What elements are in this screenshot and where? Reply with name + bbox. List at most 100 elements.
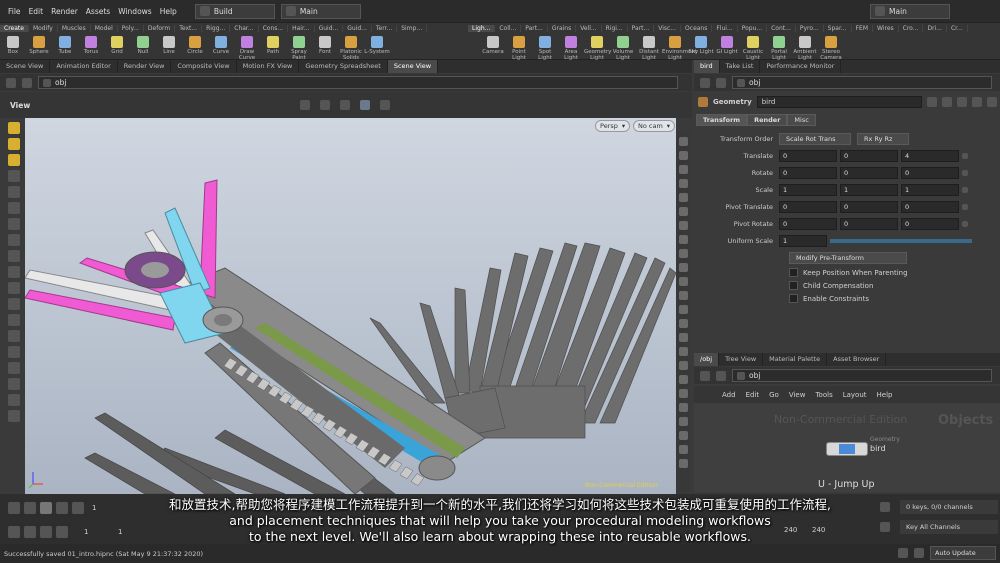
- swap-icon[interactable]: [340, 100, 350, 110]
- display-option-icon[interactable]: [678, 319, 688, 328]
- checkbox-keep-position-when-parenting[interactable]: [789, 268, 798, 277]
- brush-icon[interactable]: [8, 218, 20, 230]
- right-context-dropdown[interactable]: Main: [870, 3, 950, 19]
- shelf-tab-guid[interactable]: Guid...: [343, 25, 372, 32]
- camera-icon[interactable]: [8, 250, 20, 262]
- display-option-icon[interactable]: [678, 347, 688, 356]
- tab-bird[interactable]: bird: [694, 60, 720, 73]
- network-menu-edit[interactable]: Edit: [742, 391, 764, 399]
- menu-assets[interactable]: Assets: [82, 7, 114, 16]
- shelf-tab-cr[interactable]: Cr...: [947, 25, 968, 32]
- menu-file[interactable]: File: [4, 7, 25, 16]
- param-field-pivot-translate-1[interactable]: 0: [840, 200, 898, 213]
- display-option-icon[interactable]: [678, 389, 688, 398]
- desktop-dropdown[interactable]: Build: [194, 3, 275, 19]
- view-icon[interactable]: [8, 138, 20, 150]
- param-channel-icon[interactable]: [962, 186, 968, 193]
- snap-icon[interactable]: [8, 282, 20, 294]
- tab-scene-view[interactable]: Scene View: [0, 60, 51, 73]
- param-field-pivot-rotate-1[interactable]: 0: [840, 217, 898, 230]
- network-path-field[interactable]: obj: [732, 369, 992, 382]
- param-field-scale-2[interactable]: 1: [901, 183, 959, 196]
- tool-caustic-light[interactable]: Caustic Light: [740, 34, 766, 61]
- grid-snap-icon[interactable]: [360, 100, 370, 110]
- tab-geometry-spreadsheet[interactable]: Geometry Spreadsheet: [299, 60, 388, 73]
- display-option-icon[interactable]: [678, 459, 688, 468]
- display-option-icon[interactable]: [678, 249, 688, 258]
- handle-icon[interactable]: [8, 170, 20, 182]
- shelf-tab-wires[interactable]: Wires: [873, 25, 899, 32]
- move-snap-icon[interactable]: [320, 100, 330, 110]
- gear-icon[interactable]: [926, 97, 937, 107]
- tool-stereo-camera[interactable]: Stereo Camera: [818, 34, 844, 61]
- magnet-icon[interactable]: [8, 202, 20, 214]
- param-field-scale-0[interactable]: 1: [779, 183, 837, 196]
- shelf-tab-coll[interactable]: Coll...: [495, 25, 522, 32]
- tool-null[interactable]: Null: [130, 34, 156, 56]
- info-icon[interactable]: [956, 97, 967, 107]
- shelf-tab-hair[interactable]: Hair...: [288, 25, 315, 32]
- tool-sphere[interactable]: Sphere: [26, 34, 52, 56]
- display-option-icon[interactable]: [678, 291, 688, 300]
- shelf-tab-vell[interactable]: Vell...: [576, 25, 602, 32]
- network-menu-tools[interactable]: Tools: [811, 391, 836, 399]
- param-field-pivot-rotate-0[interactable]: 0: [779, 217, 837, 230]
- select-icon[interactable]: [8, 122, 20, 134]
- shelf-tab-fem[interactable]: FEM: [852, 25, 874, 32]
- shelf-tab-part[interactable]: Part...: [628, 25, 655, 32]
- tool-gi-light[interactable]: GI Light: [714, 34, 740, 56]
- tab-take-list[interactable]: Take List: [720, 60, 761, 73]
- uniform-scale-slider[interactable]: [830, 238, 972, 243]
- forward-icon[interactable]: [716, 370, 726, 381]
- display-option-icon[interactable]: [678, 165, 688, 174]
- search-icon[interactable]: [971, 97, 982, 107]
- display-option-icon[interactable]: [678, 375, 688, 384]
- tool-tube[interactable]: Tube: [52, 34, 78, 56]
- display-option-icon[interactable]: [678, 277, 688, 286]
- scene-path-field[interactable]: obj: [38, 76, 678, 89]
- shelf-tab-cons[interactable]: Cons...: [259, 25, 289, 32]
- shelf-tab-cont[interactable]: Cont...: [767, 25, 796, 32]
- persp-button[interactable]: Persp ▾: [595, 120, 631, 132]
- light-icon[interactable]: [8, 234, 20, 246]
- back-icon[interactable]: [700, 77, 710, 88]
- rotate-order-dropdown[interactable]: Rx Ry Rz: [857, 132, 909, 145]
- back-icon[interactable]: [6, 77, 16, 88]
- param-field-translate-0[interactable]: 0: [779, 149, 837, 162]
- context-dropdown[interactable]: Main: [280, 3, 361, 19]
- camera-button[interactable]: No cam ▾: [633, 120, 676, 132]
- tool-font[interactable]: Font: [312, 34, 338, 56]
- tool-point-light[interactable]: Point Light: [506, 34, 532, 61]
- display-option-icon[interactable]: [678, 361, 688, 370]
- curve-icon[interactable]: [8, 314, 20, 326]
- tool-grid[interactable]: Grid: [104, 34, 130, 56]
- param-field-pivot-translate-0[interactable]: 0: [779, 200, 837, 213]
- gear-icon[interactable]: [8, 410, 20, 422]
- shelf-tab-terr[interactable]: Terr...: [372, 25, 398, 32]
- tab-composite-view[interactable]: Composite View: [171, 60, 237, 73]
- forward-icon[interactable]: [22, 77, 32, 88]
- scene-viewport[interactable]: Persp ▾ No cam ▾ Non-Commercial Edition: [25, 118, 676, 494]
- tab-scene-view[interactable]: Scene View: [387, 60, 439, 73]
- tool-environment-light[interactable]: Environment Light: [662, 34, 697, 61]
- auto-update-dropdown[interactable]: Auto Update: [930, 546, 996, 560]
- network-menu-layout[interactable]: Layout: [839, 391, 871, 399]
- param-channel-icon[interactable]: [962, 169, 968, 176]
- uniform-scale-field[interactable]: 1: [779, 234, 827, 247]
- display-option-icon[interactable]: [678, 235, 688, 244]
- shelf-tab-popu[interactable]: Popu...: [738, 25, 768, 32]
- shelf-tab-oceans[interactable]: Oceans: [681, 25, 713, 32]
- checkbox-enable-constraints[interactable]: [789, 294, 798, 303]
- menu-windows[interactable]: Windows: [114, 7, 155, 16]
- menu-render[interactable]: Render: [47, 7, 82, 16]
- shelf-tab-spar[interactable]: Spar...: [824, 25, 852, 32]
- tab-performance-monitor[interactable]: Performance Monitor: [760, 60, 842, 73]
- network-menu-view[interactable]: View: [785, 391, 810, 399]
- param-field-translate-1[interactable]: 0: [840, 149, 898, 162]
- shelf-tab-guid[interactable]: Guid...: [315, 25, 344, 32]
- tab-transform[interactable]: Transform: [696, 113, 748, 126]
- menu-edit[interactable]: Edit: [25, 7, 48, 16]
- grid-icon[interactable]: [8, 298, 20, 310]
- circle-icon[interactable]: [986, 97, 997, 107]
- tool-draw-curve[interactable]: Draw Curve: [234, 34, 260, 61]
